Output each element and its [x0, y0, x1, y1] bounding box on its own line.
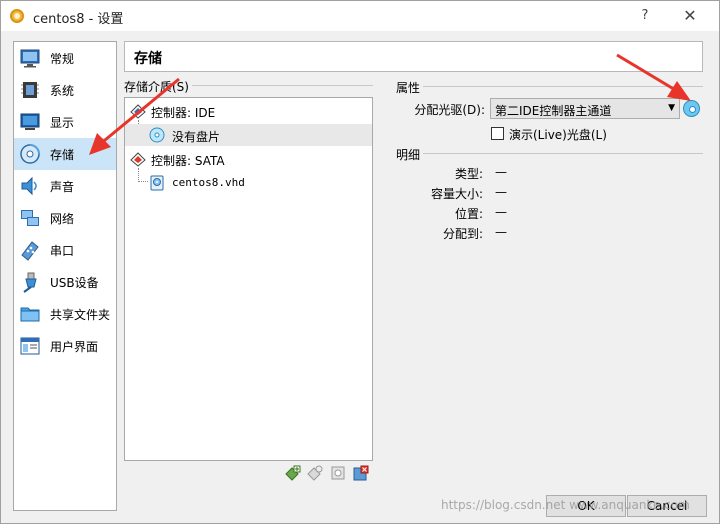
tree-item-label: centos8.vhd: [172, 176, 245, 189]
optical-drive-label: 分配光驱(D):: [414, 103, 485, 117]
sidebar-item-user-interface[interactable]: 用户界面: [14, 330, 116, 362]
optical-drive-value: 第二IDE控制器主通道: [495, 104, 612, 118]
sidebar-item-usb[interactable]: USB设备: [14, 266, 116, 298]
add-controller-icon[interactable]: [285, 465, 301, 481]
detail-location-value: —: [495, 205, 507, 219]
window-title: centos8 - 设置: [33, 12, 124, 27]
sidebar-item-label: 存储: [50, 148, 75, 162]
chip-icon: [21, 82, 39, 98]
sidebar-item-label: 共享文件夹: [50, 308, 111, 322]
detail-type-key: 类型:: [454, 167, 483, 181]
hard-disk-icon: [150, 175, 164, 191]
sidebar-item-label: 网络: [50, 212, 75, 226]
folder-icon: [20, 307, 40, 322]
remove-attachment-icon[interactable]: [330, 465, 346, 481]
annotation-arrow-storage: [89, 77, 180, 155]
sidebar-item-general[interactable]: 常规: [14, 42, 116, 74]
sidebar-item-label: 系统: [50, 84, 75, 98]
storage-disk-icon: [20, 144, 40, 164]
details-divider: [396, 153, 703, 154]
sidebar-item-serial[interactable]: 串口: [14, 234, 116, 266]
tree-row-hard-disk[interactable]: centos8.vhd: [125, 172, 372, 194]
help-button[interactable]: ?: [635, 6, 655, 26]
sidebar-item-label: 用户界面: [50, 340, 99, 354]
sidebar-item-label: 常规: [50, 52, 75, 66]
sidebar-item-shared-folders[interactable]: 共享文件夹: [14, 298, 116, 330]
watermark: https://blog.csdn.net www.anquanke.com: [441, 498, 690, 512]
sidebar-item-audio[interactable]: 声音: [14, 170, 116, 202]
live-cd-label: 演示(Live)光盘(L): [509, 128, 607, 142]
page-title: 存储: [134, 51, 162, 67]
settings-dialog: centos8 - 设置 ? ✕ 常规 系统 显示 存储 声音 网络 串口 US…: [0, 0, 720, 524]
sidebar-item-label: 显示: [50, 116, 75, 130]
detail-size-value: —: [495, 185, 507, 199]
annotation-arrow-disc: [616, 53, 691, 101]
remove-controller-icon[interactable]: [353, 465, 369, 481]
virtualbox-app-icon: [10, 9, 24, 23]
sidebar-item-label: USB设备: [50, 276, 99, 290]
live-cd-checkbox[interactable]: [491, 127, 504, 140]
details-label: 明细: [396, 146, 424, 163]
serial-port-icon: [21, 241, 39, 261]
monitor-general-icon: [20, 49, 40, 68]
speaker-icon: [21, 176, 37, 196]
usb-icon: [23, 272, 37, 293]
add-attachment-icon[interactable]: [307, 465, 323, 481]
network-icon: [21, 210, 39, 226]
detail-attached-key: 分配到:: [442, 227, 483, 241]
detail-type-value: —: [495, 165, 507, 179]
attributes-label: 属性: [396, 79, 424, 96]
close-button[interactable]: ✕: [679, 5, 701, 27]
sidebar-item-label: 声音: [50, 180, 75, 194]
sidebar-item-network[interactable]: 网络: [14, 202, 116, 234]
detail-size-key: 容量大小:: [430, 187, 483, 201]
sidebar-item-label: 串口: [50, 244, 75, 258]
display-icon: [20, 113, 40, 130]
detail-attached-value: —: [495, 225, 507, 239]
title-bar: centos8 - 设置 ? ✕: [1, 1, 719, 31]
user-interface-icon: [20, 337, 40, 355]
detail-location-key: 位置:: [454, 207, 483, 221]
